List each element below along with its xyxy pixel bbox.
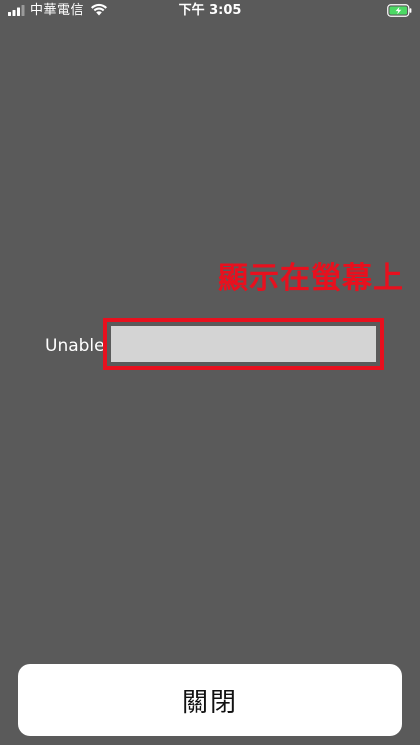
close-button[interactable]: 關閉	[18, 664, 402, 736]
status-bar: 中華電信 下午 3:05	[0, 0, 420, 22]
status-time: 下午 3:05	[178, 3, 242, 18]
redacted-highlight-box	[103, 318, 384, 370]
annotation-label: 顯示在螢幕上	[218, 261, 404, 296]
redacted-content	[111, 326, 376, 362]
error-message-text: Unable	[45, 336, 105, 356]
battery-charging-icon	[387, 4, 412, 17]
error-message-row: Unable	[0, 318, 420, 370]
